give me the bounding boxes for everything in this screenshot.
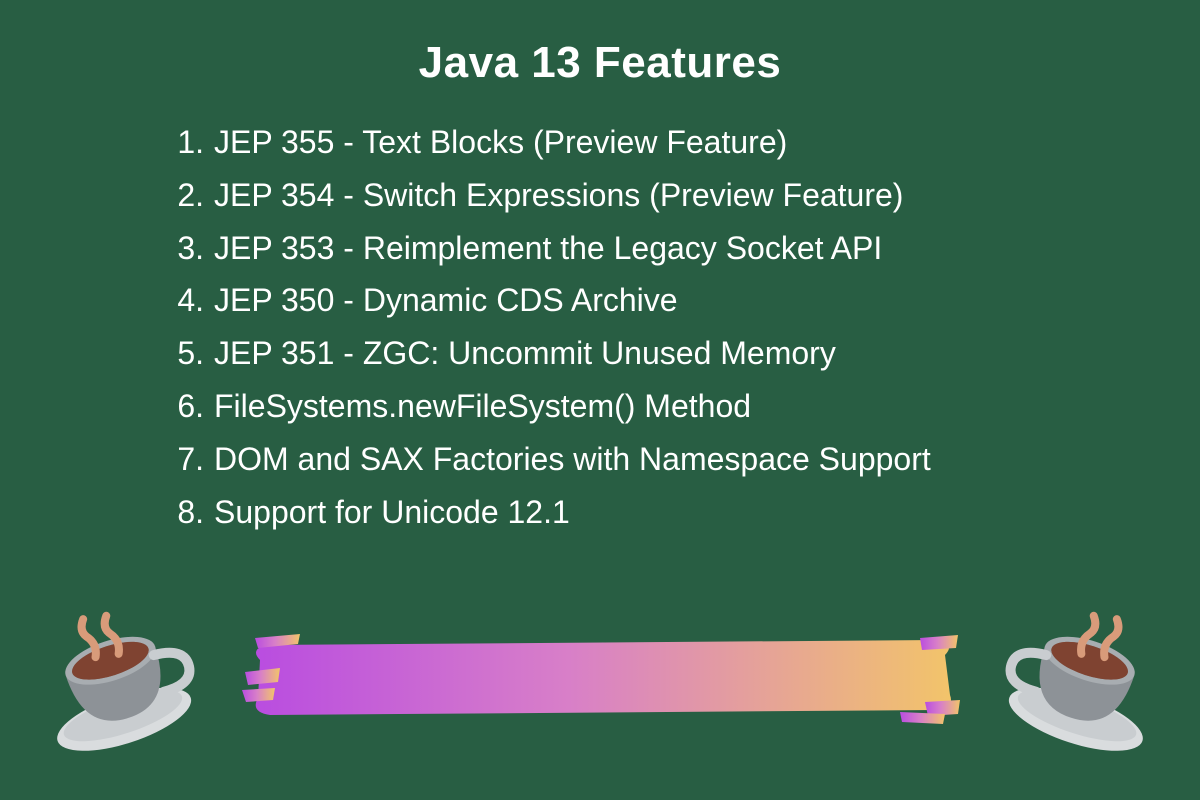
list-item: DOM and SAX Factories with Namespace Sup… [170,433,1200,486]
brush-stroke-icon [240,620,960,730]
list-item: Support for Unicode 12.1 [170,486,1200,539]
coffee-cup-icon [978,568,1192,782]
coffee-cup-icon [8,568,222,782]
list-item: FileSystems.newFileSystem() Method [170,380,1200,433]
list-item: JEP 350 - Dynamic CDS Archive [170,274,1200,327]
feature-list: JEP 355 - Text Blocks (Preview Feature) … [170,116,1200,538]
list-item: JEP 354 - Switch Expressions (Preview Fe… [170,169,1200,222]
list-item: JEP 351 - ZGC: Uncommit Unused Memory [170,327,1200,380]
list-item: JEP 353 - Reimplement the Legacy Socket … [170,222,1200,275]
list-item: JEP 355 - Text Blocks (Preview Feature) [170,116,1200,169]
page-title: Java 13 Features [0,0,1200,88]
